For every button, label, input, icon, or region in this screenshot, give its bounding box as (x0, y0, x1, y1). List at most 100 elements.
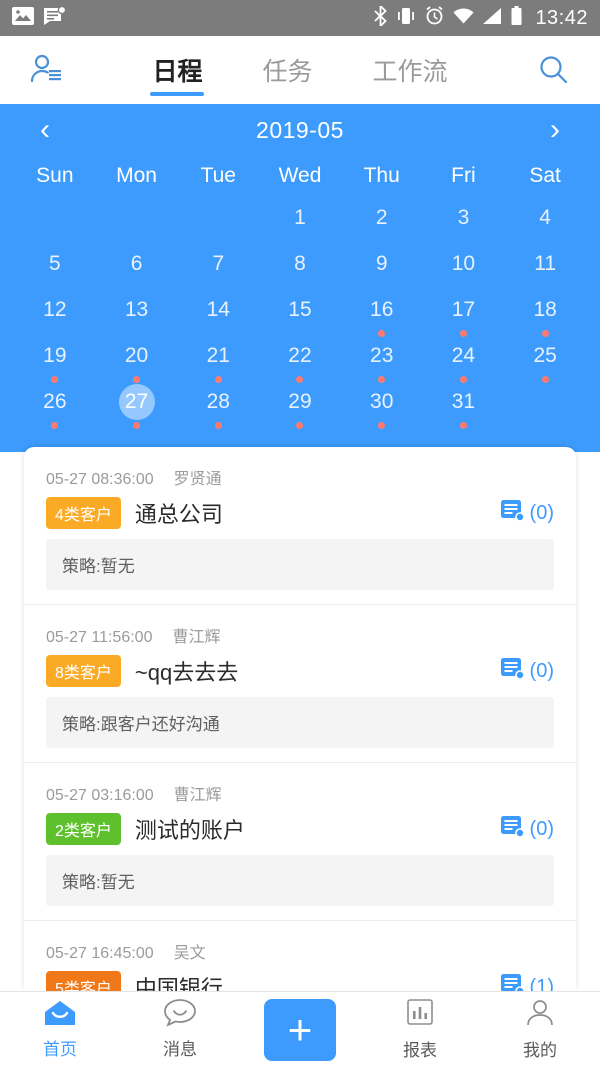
tab-task[interactable]: 任务 (258, 36, 316, 104)
nav-item-add[interactable]: + (240, 998, 360, 1061)
calendar-day[interactable]: 10 (423, 246, 505, 292)
calendar-day-dot (378, 330, 386, 337)
calendar-day[interactable]: 8 (259, 246, 341, 292)
calendar-day-number: 23 (370, 344, 394, 367)
calendar-day[interactable]: 12 (14, 292, 96, 338)
message-icon (44, 5, 67, 30)
calendar-day-number: 17 (451, 298, 476, 321)
card-notes[interactable]: (0) (500, 499, 554, 528)
nav-item-home[interactable]: 首页 (0, 999, 120, 1060)
card-category-badge[interactable]: 8类客户 (46, 655, 121, 687)
calendar-day[interactable]: 6 (96, 246, 178, 292)
schedule-card[interactable]: 05-27 08:36:00 罗贤通 4类客户 通总公司 (0) 策略:暂无 (24, 447, 576, 590)
chevron-left-icon[interactable]: ‹ (30, 111, 60, 149)
calendar-day-number: 14 (206, 298, 230, 321)
card-category-badge[interactable]: 2类客户 (46, 813, 121, 845)
calendar-day[interactable]: 13 (96, 292, 178, 338)
calendar-day[interactable]: 31 (423, 384, 505, 430)
card-category-badge[interactable]: 4类客户 (46, 497, 121, 529)
calendar-day[interactable]: 25 (504, 338, 586, 384)
calendar-day[interactable]: 18 (504, 292, 586, 338)
tab-workflow[interactable]: 工作流 (369, 36, 452, 104)
wifi-icon (453, 8, 474, 29)
weekday-tue: Tue (200, 164, 236, 187)
weekday-fri: Fri (451, 164, 476, 187)
calendar-day-number: 31 (451, 390, 476, 413)
tab-workflow-label: 工作流 (372, 58, 448, 86)
calendar-day-number: 6 (130, 252, 143, 275)
calendar-day[interactable]: 21 (177, 338, 259, 384)
calendar-month-label[interactable]: 2019-05 (256, 117, 344, 144)
card-notes[interactable]: (0) (500, 657, 554, 686)
plus-icon: + (287, 1005, 313, 1053)
card-title: 中国银行 (134, 976, 223, 991)
contacts-icon[interactable] (24, 53, 68, 87)
calendar-day[interactable]: 15 (259, 292, 341, 338)
calendar-day[interactable]: 14 (177, 292, 259, 338)
nav-item-message-label: 消息 (163, 1040, 197, 1059)
calendar-day[interactable]: 4 (504, 200, 586, 246)
calendar-day[interactable]: 20 (96, 338, 178, 384)
calendar-day[interactable]: 30 (341, 384, 423, 430)
weekday-sun: Sun (36, 164, 74, 187)
card-owner: 曹江辉 (172, 629, 221, 646)
calendar-day-grid: 1 2 3 4 5 6 7 8 9 10 11 12 13 14 15 16 17 18 19 20 21 22 23 24 2… (14, 200, 586, 430)
calendar-day-number: 8 (294, 252, 306, 275)
card-owner: 吴文 (173, 945, 206, 962)
calendar-day[interactable]: 28 (177, 384, 259, 430)
calendar-day-number: 19 (43, 344, 67, 367)
calendar-day[interactable]: 19 (14, 338, 96, 384)
schedule-card[interactable]: 05-27 16:45:00吴文5类客户中国银行(1)策略:前期先打电话采访一下 (24, 920, 576, 991)
calendar-day-number: 24 (451, 344, 476, 367)
calendar-day-number: 21 (206, 344, 230, 367)
card-meta: 05-27 11:56:00 曹江辉 (46, 619, 554, 649)
card-title-row: 8类客户 ~qq去去去 (0) (46, 649, 554, 697)
calendar-day[interactable]: 2 (341, 200, 423, 246)
chevron-right-icon[interactable]: › (540, 111, 570, 149)
schedule-card[interactable]: 05-27 03:16:00 曹江辉 2类客户 测试的账户 (0) 策略:暂无 (24, 762, 576, 906)
calendar-day[interactable]: 24 (423, 338, 505, 384)
calendar-day[interactable]: 11 (504, 246, 586, 292)
search-icon[interactable] (532, 54, 576, 86)
card-category-badge[interactable]: 5类客户 (46, 971, 121, 991)
calendar-day[interactable]: 16 (341, 292, 423, 338)
card-notes[interactable]: (0) (500, 815, 554, 844)
schedule-list-panel[interactable]: 05-27 08:36:00 罗贤通 4类客户 通总公司 (0) 策略:暂无 05-27 1… (24, 447, 576, 991)
card-meta: 05-27 16:45:00 吴文 (46, 935, 554, 965)
calendar-day[interactable]: 1 (259, 200, 341, 246)
add-button[interactable]: + (264, 998, 336, 1061)
nav-item-profile[interactable]: 我的 (480, 998, 600, 1061)
nav-item-home-label: 首页 (43, 1040, 77, 1059)
nav-item-message[interactable]: 消息 (120, 999, 240, 1060)
battery-icon (511, 6, 522, 30)
calendar-day[interactable]: 22 (259, 338, 341, 384)
calendar: ‹ 2019-05 › Sun Mon Tue Wed Thu Fri Sat … (0, 104, 600, 452)
calendar-day[interactable]: 7 (177, 246, 259, 292)
image-icon (12, 6, 34, 30)
calendar-day[interactable]: 9 (341, 246, 423, 292)
app-header: 日程 任务 工作流 (0, 36, 600, 104)
calendar-day[interactable]: 26 (14, 384, 96, 430)
schedule-cards: 05-27 08:36:00 罗贤通 4类客户 通总公司 (0) 策略:暂无 05-27 1… (24, 447, 576, 991)
calendar-day[interactable]: 3 (423, 200, 505, 246)
calendar-day[interactable]: 29 (259, 384, 341, 430)
status-bar-clock: 13:42 (535, 6, 588, 29)
calendar-day[interactable]: 5 (14, 246, 96, 292)
calendar-day-number: 5 (49, 252, 61, 275)
card-notes[interactable]: (1) (500, 973, 554, 991)
weekday-wed: Wed (278, 164, 322, 187)
calendar-day-dot (459, 330, 467, 337)
card-datetime: 05-27 08:36:00 (46, 471, 154, 488)
alarm-icon (425, 6, 444, 30)
card-title-row: 5类客户 中国银行 (1) (46, 965, 554, 991)
schedule-card[interactable]: 05-27 11:56:00 曹江辉 8类客户 ~qq去去去 (0) 策略:跟客户还好沟通 (24, 604, 576, 748)
calendar-day-number: 10 (451, 252, 476, 275)
nav-item-report[interactable]: 报表 (360, 998, 480, 1061)
card-notes-count: (0) (529, 659, 554, 682)
card-datetime: 05-27 03:16:00 (46, 787, 154, 804)
calendar-day[interactable]: 27 (96, 384, 178, 430)
calendar-day[interactable]: 23 (341, 338, 423, 384)
status-bar: 13:42 (0, 0, 600, 36)
calendar-day[interactable]: 17 (423, 292, 505, 338)
tab-schedule[interactable]: 日程 (148, 36, 206, 104)
